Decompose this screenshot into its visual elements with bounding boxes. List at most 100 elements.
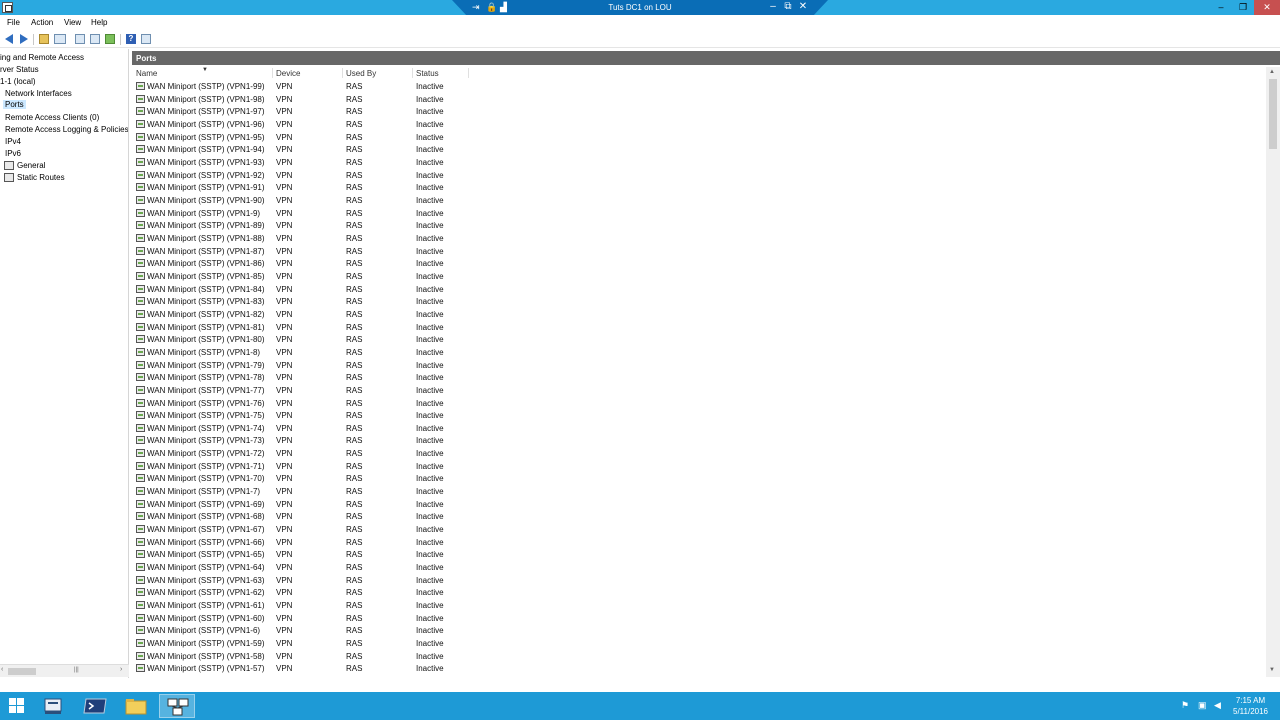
file-explorer-button[interactable] <box>118 694 154 718</box>
tree-node-server-local[interactable]: 1-1 (local) <box>0 77 36 86</box>
start-button[interactable] <box>0 694 36 718</box>
table-row[interactable]: WAN Miniport (SSTP) (VPN1-95) VPN RAS Inact… <box>132 132 472 145</box>
table-row[interactable]: WAN Miniport (SSTP) (VPN1-89) VPN RAS Inact… <box>132 220 472 233</box>
table-row[interactable]: WAN Miniport (SSTP) (VPN1-73) VPN RAS Inact… <box>132 435 472 448</box>
routing-remote-access-button[interactable] <box>159 694 195 718</box>
table-row[interactable]: WAN Miniport (SSTP) (VPN1-91) VPN RAS Inact… <box>132 182 472 195</box>
action-center-icon[interactable]: ⚑ <box>1181 700 1189 711</box>
table-row[interactable]: WAN Miniport (SSTP) (VPN1-71) VPN RAS Inact… <box>132 461 472 474</box>
table-row[interactable]: WAN Miniport (SSTP) (VPN1-62) VPN RAS Inact… <box>132 587 472 600</box>
table-row[interactable]: WAN Miniport (SSTP) (VPN1-69) VPN RAS Inact… <box>132 499 472 512</box>
table-row[interactable]: WAN Miniport (SSTP) (VPN1-83) VPN RAS Inact… <box>132 296 472 309</box>
table-row[interactable]: WAN Miniport (SSTP) (VPN1-94) VPN RAS Inact… <box>132 144 472 157</box>
table-row[interactable]: WAN Miniport (SSTP) (VPN1-96) VPN RAS Inact… <box>132 119 472 132</box>
table-row[interactable]: WAN Miniport (SSTP) (VPN1-63) VPN RAS Inact… <box>132 575 472 588</box>
close-button[interactable]: ✕ <box>1254 0 1280 15</box>
scrollbar-thumb[interactable] <box>8 668 36 675</box>
menu-help[interactable]: Help <box>91 18 107 27</box>
table-row[interactable]: WAN Miniport (SSTP) (VPN1-97) VPN RAS Inact… <box>132 106 472 119</box>
table-row[interactable]: WAN Miniport (SSTP) (VPN1-88) VPN RAS Inact… <box>132 233 472 246</box>
tree-horizontal-scrollbar[interactable]: ‹ ||| › <box>0 664 129 677</box>
table-row[interactable]: WAN Miniport (SSTP) (VPN1-87) VPN RAS Inact… <box>132 246 472 259</box>
table-row[interactable]: WAN Miniport (SSTP) (VPN1-70) VPN RAS Inact… <box>132 473 472 486</box>
table-row[interactable]: WAN Miniport (SSTP) (VPN1-85) VPN RAS Inact… <box>132 271 472 284</box>
column-name[interactable]: Name <box>136 69 157 78</box>
volume-icon[interactable]: ◀ <box>1214 700 1221 711</box>
properties-icon[interactable] <box>75 34 85 44</box>
export-list-icon[interactable] <box>105 34 115 44</box>
scroll-down-icon[interactable]: ▼ <box>1269 667 1275 673</box>
tree-node-network-interfaces[interactable]: Network Interfaces <box>5 89 72 98</box>
table-row[interactable]: WAN Miniport (SSTP) (VPN1-98) VPN RAS Inact… <box>132 94 472 107</box>
rdp-minimize-button[interactable]: ‒ <box>766 1 780 12</box>
table-row[interactable]: WAN Miniport (SSTP) (VPN1-61) VPN RAS Inact… <box>132 600 472 613</box>
table-row[interactable]: WAN Miniport (SSTP) (VPN1-8) VPN RAS Inacti… <box>132 347 472 360</box>
up-folder-icon[interactable] <box>39 34 49 44</box>
table-row[interactable]: WAN Miniport (SSTP) (VPN1-92) VPN RAS Inact… <box>132 170 472 183</box>
table-row[interactable]: WAN Miniport (SSTP) (VPN1-57) VPN RAS Inact… <box>132 663 472 676</box>
powershell-button[interactable] <box>77 694 113 718</box>
table-row[interactable]: WAN Miniport (SSTP) (VPN1-74) VPN RAS Inact… <box>132 423 472 436</box>
table-row[interactable]: WAN Miniport (SSTP) (VPN1-58) VPN RAS Inact… <box>132 651 472 664</box>
forward-icon[interactable] <box>20 34 28 44</box>
column-device[interactable]: Device <box>276 69 300 78</box>
table-row[interactable]: WAN Miniport (SSTP) (VPN1-68) VPN RAS Inact… <box>132 511 472 524</box>
tree-node-ports[interactable]: Ports <box>3 100 26 109</box>
tree-node-routing-remote-access[interactable]: ing and Remote Access <box>0 53 84 62</box>
table-row[interactable]: WAN Miniport (SSTP) (VPN1-76) VPN RAS Inact… <box>132 398 472 411</box>
scroll-right-icon[interactable]: › <box>120 666 122 673</box>
table-row[interactable]: WAN Miniport (SSTP) (VPN1-66) VPN RAS Inact… <box>132 537 472 550</box>
table-row[interactable]: WAN Miniport (SSTP) (VPN1-6) VPN RAS Inacti… <box>132 625 472 638</box>
table-row[interactable]: WAN Miniport (SSTP) (VPN1-93) VPN RAS Inact… <box>132 157 472 170</box>
table-row[interactable]: WAN Miniport (SSTP) (VPN1-65) VPN RAS Inact… <box>132 549 472 562</box>
app-icon[interactable] <box>2 2 13 13</box>
table-row[interactable]: WAN Miniport (SSTP) (VPN1-84) VPN RAS Inact… <box>132 284 472 297</box>
table-row[interactable]: WAN Miniport (SSTP) (VPN1-72) VPN RAS Inact… <box>132 448 472 461</box>
tree-node-static-routes[interactable]: Static Routes <box>17 173 65 182</box>
vertical-scrollbar[interactable]: ▲ ▼ <box>1266 67 1280 677</box>
table-row[interactable]: WAN Miniport (SSTP) (VPN1-9) VPN RAS Inacti… <box>132 208 472 221</box>
table-row[interactable]: WAN Miniport (SSTP) (VPN1-7) VPN RAS Inacti… <box>132 486 472 499</box>
help-icon[interactable]: ? <box>126 34 136 44</box>
table-row[interactable]: WAN Miniport (SSTP) (VPN1-80) VPN RAS Inact… <box>132 334 472 347</box>
minimize-button[interactable]: – <box>1210 0 1232 15</box>
tree-node-ipv4[interactable]: IPv4 <box>5 137 21 146</box>
rdp-restore-button[interactable]: ⧉ <box>781 1 795 12</box>
back-icon[interactable] <box>5 34 13 44</box>
table-row[interactable]: WAN Miniport (SSTP) (VPN1-59) VPN RAS Inact… <box>132 638 472 651</box>
refresh-icon[interactable] <box>90 34 100 44</box>
tree-node-ipv6[interactable]: IPv6 <box>5 149 21 158</box>
table-row[interactable]: WAN Miniport (SSTP) (VPN1-90) VPN RAS Inact… <box>132 195 472 208</box>
column-used-by[interactable]: Used By <box>346 69 376 78</box>
tree-node-general[interactable]: General <box>17 161 45 170</box>
show-hide-tree-icon[interactable] <box>54 34 66 44</box>
table-row[interactable]: WAN Miniport (SSTP) (VPN1-78) VPN RAS Inact… <box>132 372 472 385</box>
menu-file[interactable]: File <box>7 18 20 27</box>
table-row[interactable]: WAN Miniport (SSTP) (VPN1-81) VPN RAS Inact… <box>132 322 472 335</box>
table-row[interactable]: WAN Miniport (SSTP) (VPN1-79) VPN RAS Inact… <box>132 360 472 373</box>
server-manager-button[interactable] <box>36 694 72 718</box>
table-row[interactable]: WAN Miniport (SSTP) (VPN1-82) VPN RAS Inact… <box>132 309 472 322</box>
table-row[interactable]: WAN Miniport (SSTP) (VPN1-99) VPN RAS Inact… <box>132 81 472 94</box>
column-status[interactable]: Status <box>416 69 439 78</box>
tree-node-logging-policies[interactable]: Remote Access Logging & Policies <box>5 125 128 134</box>
restore-button[interactable]: ❐ <box>1232 0 1254 15</box>
table-row[interactable]: WAN Miniport (SSTP) (VPN1-60) VPN RAS Inact… <box>132 613 472 626</box>
tree-node-remote-access-clients[interactable]: Remote Access Clients (0) <box>5 113 99 122</box>
column-separator[interactable] <box>272 68 273 78</box>
network-icon[interactable]: ▣ <box>1198 700 1207 711</box>
table-row[interactable]: WAN Miniport (SSTP) (VPN1-77) VPN RAS Inact… <box>132 385 472 398</box>
column-separator[interactable] <box>342 68 343 78</box>
menu-view[interactable]: View <box>64 18 81 27</box>
action-pane-icon[interactable] <box>141 34 151 44</box>
table-row[interactable]: WAN Miniport (SSTP) (VPN1-64) VPN RAS Inact… <box>132 562 472 575</box>
table-row[interactable]: WAN Miniport (SSTP) (VPN1-86) VPN RAS Inact… <box>132 258 472 271</box>
column-separator[interactable] <box>468 68 469 78</box>
table-row[interactable]: WAN Miniport (SSTP) (VPN1-75) VPN RAS Inact… <box>132 410 472 423</box>
table-row[interactable]: WAN Miniport (SSTP) (VPN1-67) VPN RAS Inact… <box>132 524 472 537</box>
scrollbar-thumb[interactable] <box>1269 79 1277 149</box>
scroll-up-icon[interactable]: ▲ <box>1269 69 1275 75</box>
rdp-close-button[interactable]: ✕ <box>796 1 810 12</box>
menu-action[interactable]: Action <box>31 18 53 27</box>
clock[interactable]: 7:15 AM 5/11/2016 <box>1233 695 1268 717</box>
